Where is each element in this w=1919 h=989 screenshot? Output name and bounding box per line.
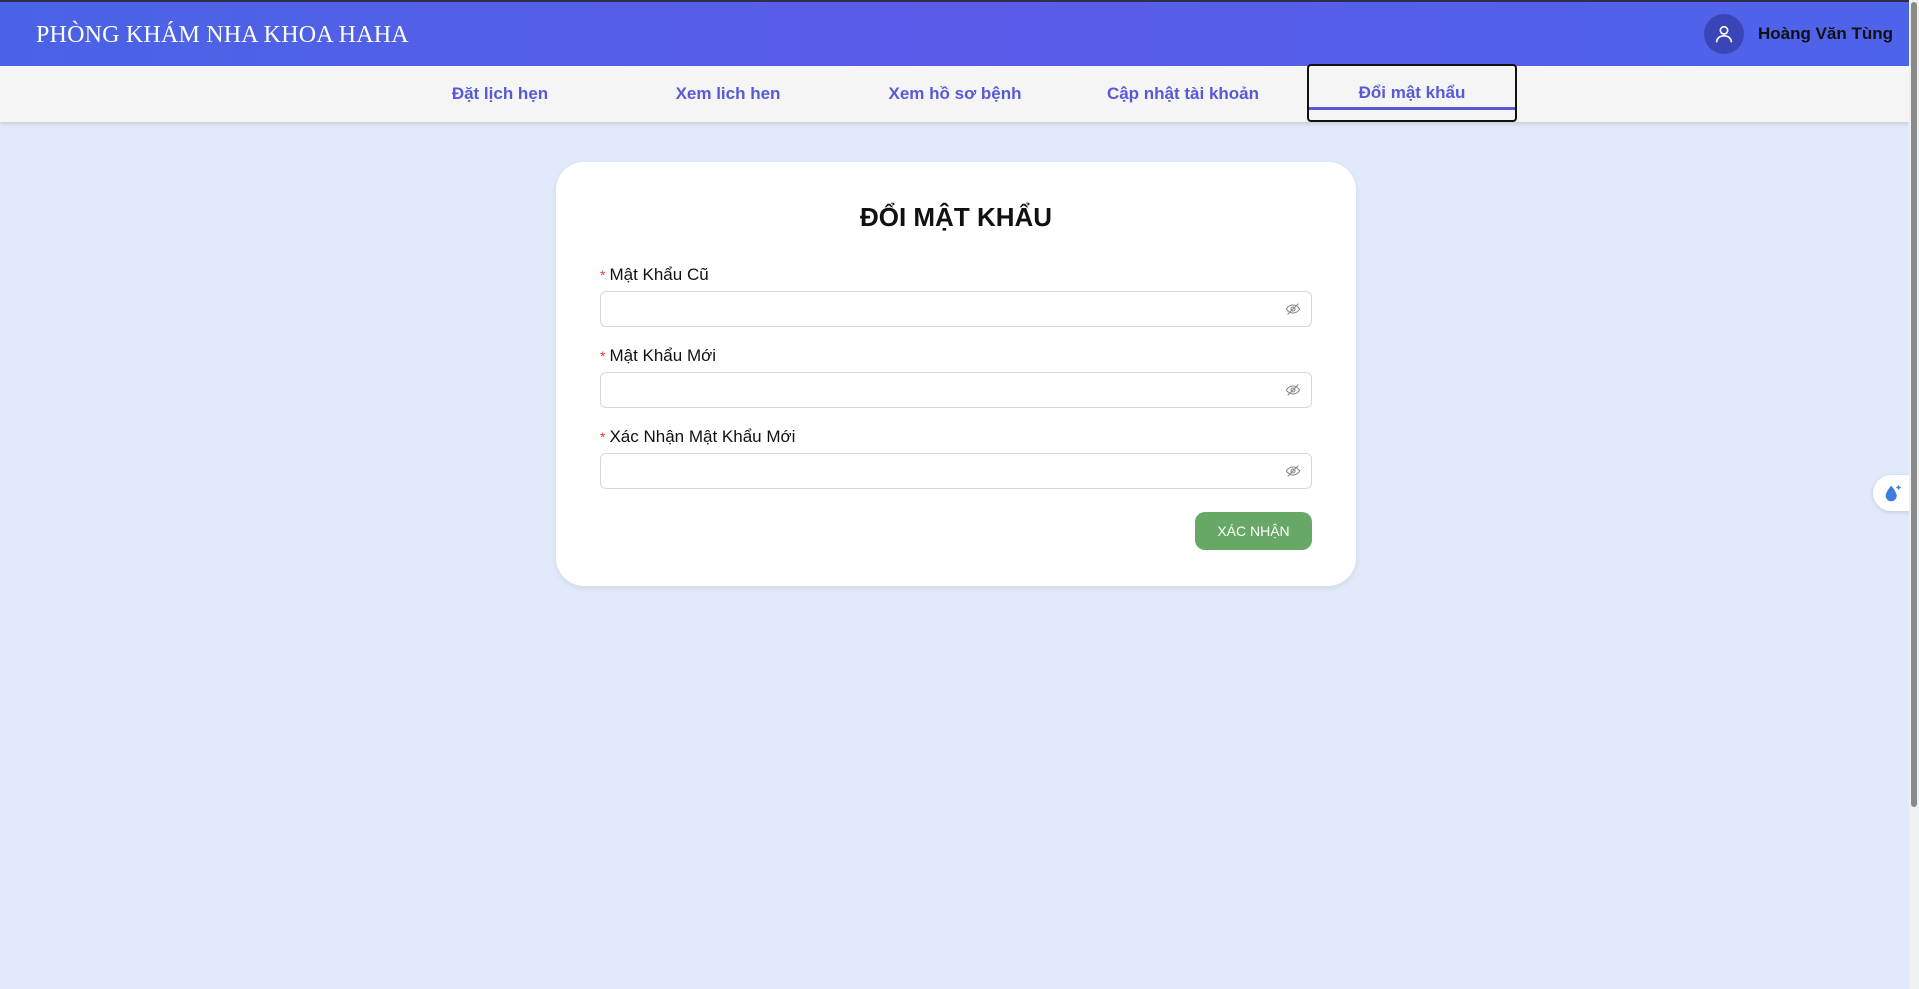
nav-item-doi-mat-khau[interactable]: Đổi mật khẩu xyxy=(1307,64,1517,122)
top-header: PHÒNG KHÁM NHA KHOA HAHA Hoàng Văn Tùng xyxy=(0,0,1909,66)
page-scrollbar[interactable] xyxy=(1909,0,1919,989)
old-password-field[interactable] xyxy=(600,291,1312,327)
brand-title[interactable]: PHÒNG KHÁM NHA KHOA HAHA xyxy=(36,22,409,49)
eye-off-icon[interactable] xyxy=(1285,463,1301,479)
new-password-field[interactable] xyxy=(600,372,1312,408)
required-mark: * xyxy=(600,267,606,283)
nav-item-cap-nhat-tai-khoan[interactable]: Cập nhật tài khoản xyxy=(1078,66,1288,122)
droplet-sparkle-icon xyxy=(1885,484,1902,502)
required-mark: * xyxy=(600,348,606,364)
nav-item-dat-lich-hen[interactable]: Đặt lịch hẹn xyxy=(395,66,605,122)
confirm-password-field[interactable] xyxy=(600,453,1312,489)
user-icon xyxy=(1715,25,1733,43)
new-password-label: * Mật Khẩu Mới xyxy=(600,346,717,365)
user-name[interactable]: Hoàng Văn Tùng xyxy=(1758,24,1893,44)
user-menu[interactable]: Hoàng Văn Tùng xyxy=(1703,14,1893,54)
nav-item-xem-ho-so-benh[interactable]: Xem hồ sơ bệnh xyxy=(850,66,1060,122)
nav-item-xem-lich-hen[interactable]: Xem lich hen xyxy=(623,66,833,122)
old-password-label: * Mật Khẩu Cũ xyxy=(600,265,709,284)
scroll-thumb[interactable] xyxy=(1911,2,1917,807)
avatar[interactable] xyxy=(1703,14,1744,54)
eye-off-icon[interactable] xyxy=(1285,301,1301,317)
submit-button[interactable]: XÁC NHẬN xyxy=(1195,512,1312,550)
confirm-password-label: * Xác Nhận Mật Khẩu Mới xyxy=(600,427,796,446)
main-nav: Đặt lịch hẹn Xem lich hen Xem hồ sơ bệnh… xyxy=(0,64,1909,122)
change-password-card: ĐỔI MẬT KHẨU * Mật Khẩu Cũ * Mật Khẩu Mới … xyxy=(556,162,1356,586)
required-mark: * xyxy=(600,429,606,445)
eye-off-icon[interactable] xyxy=(1285,382,1301,398)
floating-widget[interactable] xyxy=(1873,475,1913,511)
page-title: ĐỔI MẬT KHẨU xyxy=(859,202,1053,232)
